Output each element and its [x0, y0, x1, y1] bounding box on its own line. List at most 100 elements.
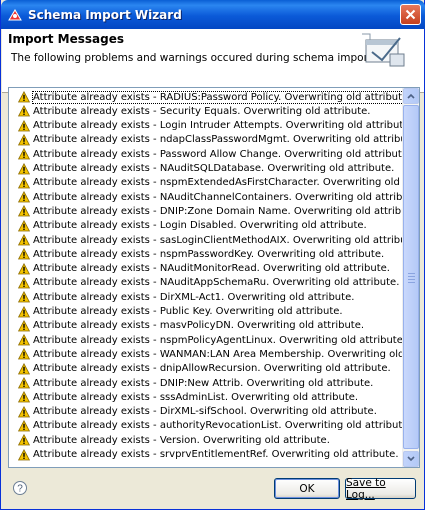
warning-icon: [18, 348, 30, 360]
list-item[interactable]: Attribute already exists - dnipAllowRecu…: [18, 362, 391, 376]
chevron-down-icon: [407, 456, 415, 462]
save-to-log-button-label: Save to Log...: [346, 476, 386, 501]
list-item[interactable]: Attribute already exists - srvprvEntitle…: [18, 448, 399, 462]
message-text: Attribute already exists - Version. Over…: [33, 434, 330, 446]
list-item[interactable]: Attribute already exists - nspmPolicyAge…: [18, 333, 403, 347]
warning-icon: [18, 219, 30, 232]
message-text: Attribute already exists - DirXML-Act1. …: [33, 291, 355, 303]
message-text: Attribute already exists - Login Disable…: [33, 220, 367, 232]
list-item[interactable]: Attribute already exists - NAuditAppSche…: [18, 276, 399, 290]
message-text: Attribute already exists - sasLoginClien…: [33, 234, 403, 246]
list-item[interactable]: Attribute already exists - nspmPasswordK…: [18, 247, 384, 261]
ok-button-label: OK: [299, 482, 315, 495]
warning-icon: [18, 434, 30, 446]
message-text: Attribute already exists - RADIUS:Passwo…: [31, 90, 403, 104]
warning-icon: [18, 305, 30, 317]
warning-icon: [18, 319, 30, 332]
warning-icon: [18, 234, 30, 246]
list-item[interactable]: Attribute already exists - nspmExtendedA…: [18, 176, 403, 190]
warning-icon: [18, 176, 30, 189]
list-item[interactable]: Attribute already exists - NAuditSQLData…: [18, 162, 394, 176]
help-icon[interactable]: ?: [12, 480, 28, 496]
list-item[interactable]: Attribute already exists - DNIP:Zone Dom…: [18, 204, 403, 218]
message-text: Attribute already exists - nspmExtendedA…: [33, 177, 403, 189]
message-text: Attribute already exists - Password Allo…: [33, 148, 403, 160]
message-text: Attribute already exists - Login Intrude…: [33, 120, 403, 132]
schema-import-graphic: [362, 33, 405, 67]
list-item[interactable]: Attribute already exists - Login Intrude…: [18, 119, 403, 133]
warning-icon: [18, 419, 30, 432]
list-item[interactable]: Attribute already exists - ndapClassPass…: [18, 133, 403, 147]
title-bar[interactable]: Schema Import Wizard: [1, 0, 425, 29]
scroll-up-button[interactable]: [403, 88, 419, 104]
warning-icon: [18, 248, 30, 260]
message-text: Attribute already exists - NAuditMonitor…: [33, 263, 390, 275]
warning-icon: [18, 105, 30, 117]
list-item[interactable]: Attribute already exists - Security Equa…: [18, 104, 370, 118]
message-text: Attribute already exists - masvPolicyDN.…: [33, 320, 365, 332]
warning-icon: [18, 262, 30, 274]
message-text: Attribute already exists - NAuditSQLData…: [33, 163, 395, 174]
list-item[interactable]: Attribute already exists - sasLoginClien…: [18, 233, 403, 247]
message-text: Attribute already exists - nspmPasswordK…: [33, 248, 385, 260]
message-text: Attribute already exists - NAuditChannel…: [33, 191, 403, 203]
list-item[interactable]: Attribute already exists - Login Disable…: [18, 219, 367, 233]
list-item[interactable]: Attribute already exists - Version. Over…: [18, 433, 330, 447]
message-text: Attribute already exists - WANMAN:LAN Ar…: [33, 348, 403, 360]
warning-icon: [18, 91, 30, 103]
import-messages-list[interactable]: Attribute already exists - RADIUS:Passwo…: [8, 87, 420, 468]
warning-icon: [18, 448, 30, 460]
list-item[interactable]: Attribute already exists - WANMAN:LAN Ar…: [18, 347, 403, 361]
ok-button[interactable]: OK: [274, 478, 340, 499]
scroll-down-button[interactable]: [403, 451, 419, 467]
close-button[interactable]: [400, 4, 421, 25]
warning-icon: [18, 276, 30, 289]
message-text: Attribute already exists - nspmPolicyAge…: [33, 334, 403, 346]
warning-icon: [18, 334, 30, 346]
page-description: The following problems and warnings occu…: [11, 52, 376, 64]
warning-icon: [18, 377, 30, 389]
scroll-thumb[interactable]: [403, 105, 419, 449]
message-text: Attribute already exists - Public Key. O…: [33, 306, 343, 317]
chevron-up-icon: [407, 93, 415, 99]
wizard-icon: [8, 8, 22, 20]
message-rows: Attribute already exists - RADIUS:Passwo…: [9, 88, 403, 467]
list-item[interactable]: Attribute already exists - NAuditChannel…: [18, 190, 403, 204]
warning-icon: [18, 148, 30, 160]
warning-icon: [18, 391, 30, 403]
list-item[interactable]: Attribute already exists - sssAdminList.…: [18, 390, 358, 404]
warning-icon: [18, 291, 30, 303]
close-icon: [405, 9, 416, 20]
save-to-log-button[interactable]: Save to Log...: [345, 476, 416, 501]
message-text: Attribute already exists - authorityRevo…: [33, 420, 403, 432]
warning-icon: [18, 205, 30, 217]
list-item[interactable]: Attribute already exists - authorityRevo…: [18, 419, 403, 433]
schema-import-wizard-window: Schema Import Wizard Import Messages The…: [0, 0, 425, 510]
warning-icon: [18, 362, 30, 375]
list-item[interactable]: Attribute already exists - Password Allo…: [18, 147, 403, 161]
warning-icon: [18, 162, 30, 174]
list-item[interactable]: Attribute already exists - NAuditMonitor…: [18, 262, 390, 276]
message-text: Attribute already exists - dnipAllowRecu…: [33, 363, 391, 375]
message-text: Attribute already exists - DirXML-sifSch…: [33, 406, 377, 418]
vertical-scrollbar[interactable]: [402, 88, 419, 467]
message-text: Attribute already exists - Security Equa…: [33, 105, 371, 117]
warning-icon: [18, 191, 30, 203]
wizard-header: Import Messages The following problems a…: [2, 29, 424, 93]
message-text: Attribute already exists - DNIP:Zone Dom…: [33, 205, 403, 217]
warning-icon: [18, 405, 30, 417]
list-item[interactable]: Attribute already exists - DirXML-Act1. …: [18, 290, 354, 304]
window-title: Schema Import Wizard: [28, 7, 182, 22]
svg-text:?: ?: [17, 484, 23, 495]
list-item[interactable]: Attribute already exists - masvPolicyDN.…: [18, 319, 364, 333]
list-item[interactable]: Attribute already exists - DNIP:New Attr…: [18, 376, 373, 390]
list-item[interactable]: Attribute already exists - RADIUS:Passwo…: [18, 90, 403, 104]
list-item[interactable]: Attribute already exists - Public Key. O…: [18, 305, 343, 319]
message-text: Attribute already exists - sssAdminList.…: [33, 391, 359, 403]
message-text: Attribute already exists - NAuditAppSche…: [33, 277, 400, 289]
message-text: Attribute already exists - DNIP:New Attr…: [33, 377, 374, 389]
message-text: Attribute already exists - srvprvEntitle…: [33, 449, 399, 460]
warning-icon: [18, 119, 30, 131]
list-item[interactable]: Attribute already exists - DirXML-sifSch…: [18, 405, 377, 419]
message-text: Attribute already exists - ndapClassPass…: [33, 134, 403, 146]
